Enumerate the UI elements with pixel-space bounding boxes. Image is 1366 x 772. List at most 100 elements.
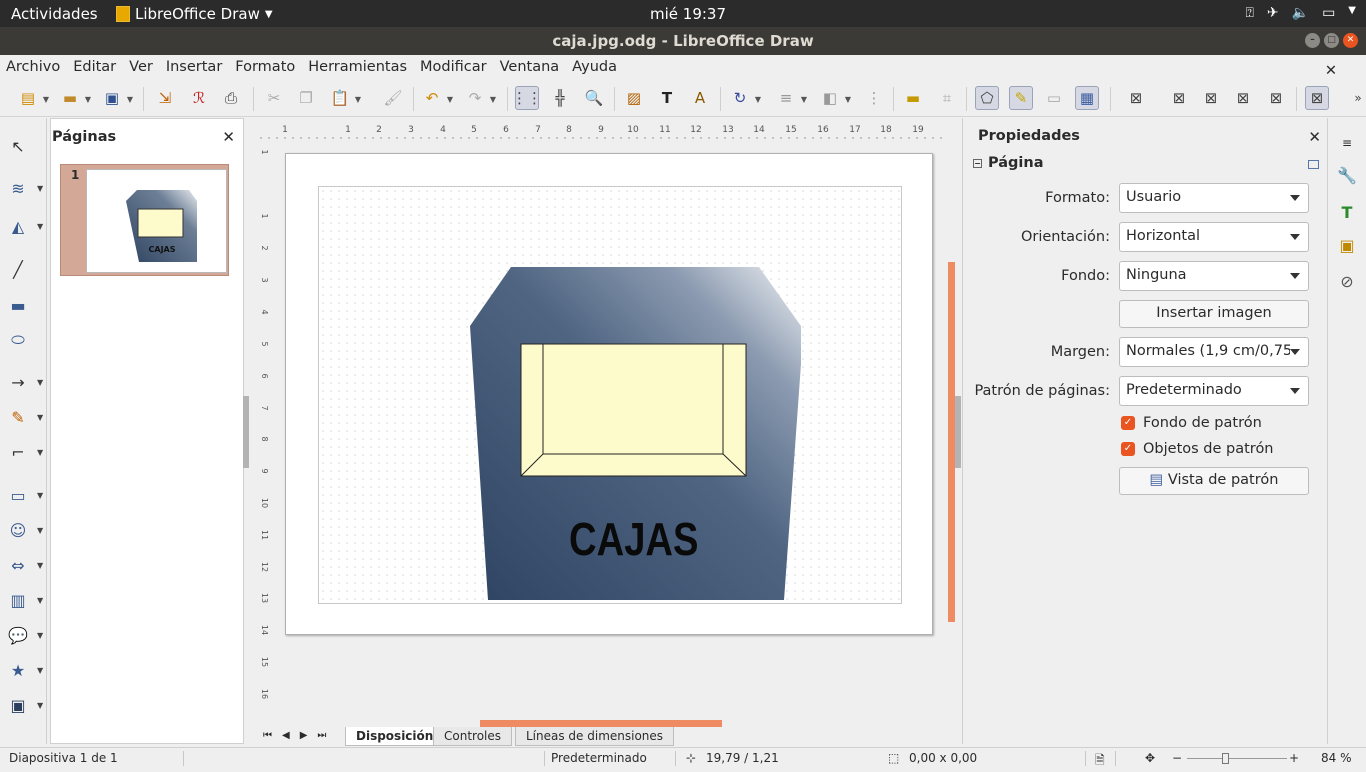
cut-icon[interactable]: ✂ [262,86,286,110]
gallery-icon[interactable]: ▣ [1334,232,1360,258]
helplines-icon[interactable]: ╬ [548,86,572,110]
master-page-select[interactable]: Predeterminado [1119,376,1309,406]
block-arrows-icon[interactable]: ⇔ ▼ [6,553,43,577]
line-tool-icon[interactable]: ╱ [6,257,30,281]
menu-herramientas[interactable]: Herramientas [308,55,413,81]
connector-tool-icon[interactable]: ⌐ ▼ [6,440,43,464]
glue-point-relative-icon[interactable]: ⊠ [1305,86,1329,110]
sidebar-menu-icon[interactable]: ≡ [1334,130,1360,156]
basic-shapes-icon[interactable]: ▭ ▼ [6,483,43,507]
accessibility-icon[interactable]: ⍰ [1245,5,1253,21]
line-color-icon[interactable]: ≋ ▼ [6,176,43,200]
first-page-icon[interactable]: ⏮ [263,730,272,741]
clock[interactable]: mié 19:37 [650,5,726,23]
arrow-line-icon[interactable]: → ▼ [6,370,43,394]
insert-textbox-icon[interactable]: T [655,86,679,110]
print-icon[interactable]: ⎙ [219,86,243,110]
copy-icon[interactable]: ❐ [294,86,318,110]
fill-color-icon[interactable]: ◭ ▼ [6,214,43,238]
margin-select[interactable]: Normales (1,9 cm/0,75 [1119,337,1309,367]
format-select[interactable]: Usuario [1119,183,1309,213]
next-page-icon[interactable]: ▶ [300,730,308,741]
select-at-text-area-icon[interactable]: ▦ [1075,86,1099,110]
zoom-level[interactable]: 84 % [1321,751,1352,765]
insert-fontwork-icon[interactable]: A [688,86,712,110]
activities-button[interactable]: Actividades [11,5,98,23]
ellipse-tool-icon[interactable]: ⬭ [6,328,30,352]
right-splitter-handle[interactable] [955,396,961,468]
last-page-icon[interactable]: ⏭ [317,730,326,741]
menu-editar[interactable]: Editar [73,55,122,81]
crop-icon[interactable]: ⌗ [935,86,959,110]
export-pdf-icon[interactable]: ℛ [187,86,211,110]
align-objects-icon[interactable]: ≡ ▼ [774,86,807,110]
shadow-icon[interactable]: ▬ [901,86,925,110]
close-document-icon[interactable]: ✕ [1325,59,1343,79]
close-icon[interactable]: ✕ [1308,128,1321,146]
save-icon[interactable]: ▣ ▼ [100,86,133,110]
box-window-shape[interactable] [520,343,747,477]
properties-wrench-icon[interactable]: 🔧 [1334,162,1360,188]
toggle-extrusion-icon[interactable]: ▭ [1042,86,1066,110]
zoom-slider[interactable] [1187,758,1287,759]
box-label-text[interactable]: CAJAS [569,514,698,565]
new-document-icon[interactable]: ▤ ▼ [16,86,49,110]
previous-page-icon[interactable]: ◀ [282,730,290,741]
exit-direction-bottom-icon[interactable]: ⊠ [1199,86,1223,110]
open-folder-icon[interactable]: ▬ ▼ [58,86,91,110]
battery-icon[interactable]: ▭ [1322,5,1335,21]
master-page-status[interactable]: Predeterminado [551,751,647,765]
zoom-slider-handle[interactable] [1222,753,1229,764]
insert-image-icon[interactable]: ▨ [622,86,646,110]
zoom-pan-icon[interactable]: 🔍 [582,86,606,110]
navigator-icon[interactable]: ⊘ [1334,268,1360,294]
master-background-checkbox[interactable]: ✓ Fondo de patrón [1121,415,1262,431]
exit-direction-left-icon[interactable]: ⊠ [1167,86,1191,110]
background-select[interactable]: Ninguna [1119,261,1309,291]
close-window-button[interactable]: ✕ [1343,33,1358,48]
clone-formatting-icon[interactable]: 🖌 [381,86,405,110]
drawing-page[interactable]: CAJAS [285,153,933,635]
tab-lineas-dimensiones[interactable]: Líneas de dimensiones [515,727,675,746]
page-thumbnail[interactable]: 1 CAJAS [60,164,229,276]
menu-ayuda[interactable]: Ayuda [572,55,623,81]
airplane-icon[interactable]: ✈ [1267,5,1279,21]
export-icon[interactable]: ⇲ [153,86,177,110]
curve-tool-icon[interactable]: ✎ ▼ [6,405,43,429]
zoom-in-icon[interactable]: + [1289,751,1299,765]
app-menu[interactable]: LibreOffice Draw ▼ [116,5,273,23]
menu-ventana[interactable]: Ventana [500,55,566,81]
stars-icon[interactable]: ★ ▼ [6,658,43,682]
rectangle-tool-icon[interactable]: ▬ [6,293,30,317]
arrange-icon[interactable]: ◧ ▼ [818,86,851,110]
page-section-header[interactable]: − Página [973,155,1043,171]
master-view-button[interactable]: ▤ Vista de patrón [1119,467,1309,495]
insert-glue-point-icon[interactable]: ⊠ [1124,86,1148,110]
glue-points-icon[interactable]: ✎ [1009,86,1033,110]
exit-direction-right-icon[interactable]: ⊠ [1231,86,1255,110]
orientation-select[interactable]: Horizontal [1119,222,1309,252]
flowchart-icon[interactable]: ▥ ▼ [6,588,43,612]
transformations-icon[interactable]: ↻ ▼ [728,86,761,110]
collapse-icon[interactable]: − [973,158,982,168]
distribute-icon[interactable]: ⋮ [862,86,886,110]
menu-modificar[interactable]: Modificar [420,55,493,81]
chevron-down-icon[interactable]: ▼ [1348,5,1356,21]
tab-controles[interactable]: Controles [433,727,513,746]
select-pointer-icon[interactable]: ↖ [6,134,30,158]
insert-image-button[interactable]: Insertar imagen [1119,300,1309,328]
system-tray[interactable]: ⍰ ✈ 🔈 ▭ ▼ [1245,5,1356,21]
tab-disposicion[interactable]: Disposición [345,727,445,746]
exit-direction-top-icon[interactable]: ⊠ [1264,86,1288,110]
callouts-icon[interactable]: 💬 ▼ [6,623,43,647]
box-drawing[interactable]: CAJAS [286,154,934,636]
minimize-button[interactable]: – [1305,33,1320,48]
close-icon[interactable]: ✕ [222,128,235,146]
points-icon[interactable]: ⬠ [975,86,999,110]
grid-icon[interactable]: ⋮⋮ [512,86,542,110]
horizontal-ruler[interactable]: 1 1 2 3 4 5 6 7 8 9 10 11 12 13 14 15 16 17 18 19 [253,118,953,140]
3d-objects-icon[interactable]: ▣ ▼ [6,693,43,717]
volume-icon[interactable]: 🔈 [1292,5,1309,21]
more-options-icon[interactable] [1308,160,1319,169]
fit-page-icon[interactable]: ✥ [1145,751,1155,765]
